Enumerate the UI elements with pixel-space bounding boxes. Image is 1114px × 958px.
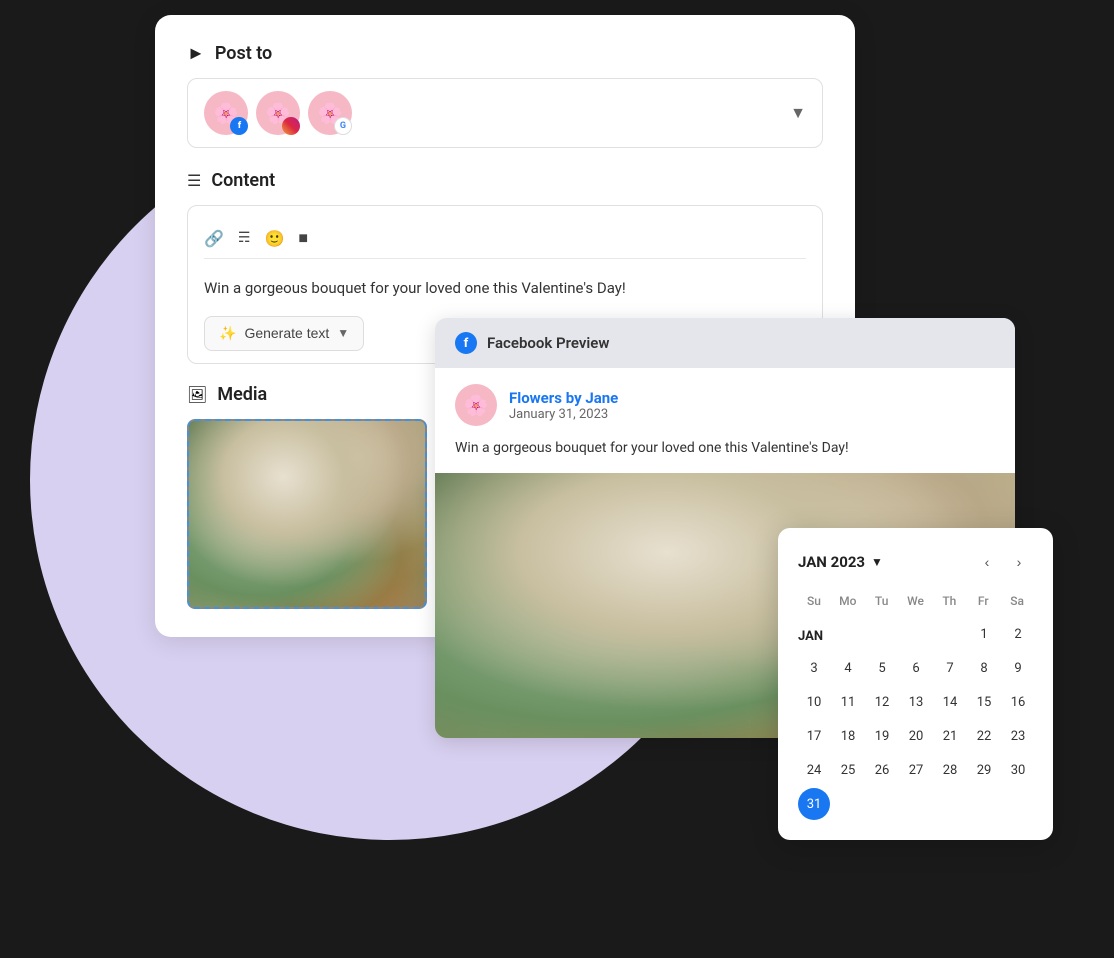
content-text: Win a gorgeous bouquet for your loved on…: [204, 273, 806, 316]
cal-day-14[interactable]: 14: [934, 686, 966, 718]
cal-day-5[interactable]: 5: [866, 652, 898, 684]
post-to-header: ► Post to: [187, 43, 823, 64]
post-to-title: Post to: [215, 43, 272, 64]
cal-empty-end-2: [866, 788, 898, 820]
calendar-weekdays: Su Mo Tu We Th Fr Sa: [798, 590, 1033, 612]
cal-day-9[interactable]: 9: [1002, 652, 1034, 684]
cal-day-11[interactable]: 11: [832, 686, 864, 718]
cal-day-17[interactable]: 17: [798, 720, 830, 752]
generate-text-button[interactable]: ✨ Generate text ▼: [204, 316, 364, 351]
fb-account-name: Flowers by Jane: [509, 389, 618, 407]
google-badge: G: [334, 117, 352, 135]
cal-day-12[interactable]: 12: [866, 686, 898, 718]
cal-day-21[interactable]: 21: [934, 720, 966, 752]
fb-post-meta: 🌸 Flowers by Jane January 31, 2023: [455, 384, 995, 426]
fb-preview-title: Facebook Preview: [487, 334, 609, 352]
cal-day-19[interactable]: 19: [866, 720, 898, 752]
cal-day-2[interactable]: 2: [1002, 618, 1034, 650]
generate-btn-arrow-icon: ▼: [337, 326, 349, 340]
cal-day-24[interactable]: 24: [798, 754, 830, 786]
weekday-fr: Fr: [967, 590, 999, 612]
cal-day-18[interactable]: 18: [832, 720, 864, 752]
cal-day-16[interactable]: 16: [1002, 686, 1034, 718]
weekday-tu: Tu: [866, 590, 898, 612]
fb-post-avatar: 🌸: [455, 384, 497, 426]
cal-empty-end-5: [968, 788, 1000, 820]
generate-btn-label: Generate text: [244, 325, 329, 341]
grid-icon[interactable]: ■: [298, 228, 308, 248]
cal-day-4[interactable]: 4: [832, 652, 864, 684]
cal-day-28[interactable]: 28: [934, 754, 966, 786]
calendar-month-year: JAN 2023 ▼: [798, 553, 883, 571]
facebook-badge: f: [230, 117, 248, 135]
fb-post-date: January 31, 2023: [509, 407, 618, 422]
cal-empty-1: [832, 618, 864, 650]
media-title: Media: [217, 384, 267, 405]
calendar-header: JAN 2023 ▼ ‹ ›: [798, 548, 1033, 576]
jan-label: JAN: [798, 618, 830, 650]
weekday-mo: Mo: [832, 590, 864, 612]
rss-icon[interactable]: ☴: [238, 230, 251, 246]
weekday-sa: Sa: [1001, 590, 1033, 612]
accounts-dropdown[interactable]: 🌸 f 🌸  🌸 G ▼: [187, 78, 823, 148]
social-icons-row: 🌸 f 🌸  🌸 G: [204, 91, 352, 135]
cal-day-31[interactable]: 31: [798, 788, 830, 820]
weekday-su: Su: [798, 590, 830, 612]
cal-empty-end-6: [1002, 788, 1034, 820]
cal-empty-4: [934, 618, 966, 650]
content-lines-icon: ☰: [187, 171, 201, 190]
content-header: ☰ Content: [187, 170, 823, 191]
cal-day-10[interactable]: 10: [798, 686, 830, 718]
calendar-card: JAN 2023 ▼ ‹ › Su Mo Tu We Th Fr Sa JAN …: [778, 528, 1053, 840]
google-account-avatar: 🌸 G: [308, 91, 352, 135]
fb-account-info: Flowers by Jane January 31, 2023: [509, 389, 618, 422]
instagram-badge: : [282, 117, 300, 135]
cal-day-15[interactable]: 15: [968, 686, 1000, 718]
cal-empty-end-3: [900, 788, 932, 820]
cal-day-29[interactable]: 29: [968, 754, 1000, 786]
cal-empty-end-1: [832, 788, 864, 820]
fb-avatar-flower-icon: 🌸: [464, 393, 489, 417]
cal-empty-3: [900, 618, 932, 650]
media-image[interactable]: [187, 419, 427, 609]
calendar-prev-button[interactable]: ‹: [973, 548, 1001, 576]
cal-day-1[interactable]: 1: [968, 618, 1000, 650]
cal-day-30[interactable]: 30: [1002, 754, 1034, 786]
weekday-we: We: [900, 590, 932, 612]
cal-day-6[interactable]: 6: [900, 652, 932, 684]
dropdown-arrow-icon: ▼: [790, 103, 806, 123]
post-to-icon: ►: [187, 45, 205, 63]
cal-day-25[interactable]: 25: [832, 754, 864, 786]
facebook-account-avatar: 🌸 f: [204, 91, 248, 135]
content-toolbar: 🔗 ☴ 🙂 ■: [204, 218, 806, 259]
cal-day-7[interactable]: 7: [934, 652, 966, 684]
content-title: Content: [211, 170, 275, 191]
month-year-label: JAN 2023: [798, 553, 865, 571]
sparkle-icon: ✨: [219, 325, 236, 342]
fb-post-text: Win a gorgeous bouquet for your loved on…: [455, 438, 995, 473]
emoji-icon[interactable]: 🙂: [264, 229, 284, 248]
calendar-navigation: ‹ ›: [973, 548, 1033, 576]
instagram-account-avatar: 🌸 : [256, 91, 300, 135]
cal-day-26[interactable]: 26: [866, 754, 898, 786]
cal-day-20[interactable]: 20: [900, 720, 932, 752]
weekday-th: Th: [933, 590, 965, 612]
media-icon: 🖼: [187, 385, 207, 404]
cal-day-27[interactable]: 27: [900, 754, 932, 786]
link-icon[interactable]: 🔗: [204, 229, 224, 248]
facebook-header-icon: f: [455, 332, 477, 354]
cal-day-22[interactable]: 22: [968, 720, 1000, 752]
calendar-grid: JAN 1 2 3 4 5 6 7 8 9 10 11 12 13 14 15 …: [798, 618, 1033, 820]
calendar-next-button[interactable]: ›: [1005, 548, 1033, 576]
cal-day-13[interactable]: 13: [900, 686, 932, 718]
fb-preview-header: f Facebook Preview: [435, 318, 1015, 368]
fb-post-body: 🌸 Flowers by Jane January 31, 2023 Win a…: [435, 368, 1015, 473]
cal-empty-2: [866, 618, 898, 650]
cal-day-23[interactable]: 23: [1002, 720, 1034, 752]
cal-day-8[interactable]: 8: [968, 652, 1000, 684]
cal-empty-end-4: [934, 788, 966, 820]
flower-image-preview: [189, 421, 425, 607]
cal-day-3[interactable]: 3: [798, 652, 830, 684]
month-dropdown-icon[interactable]: ▼: [871, 555, 883, 569]
